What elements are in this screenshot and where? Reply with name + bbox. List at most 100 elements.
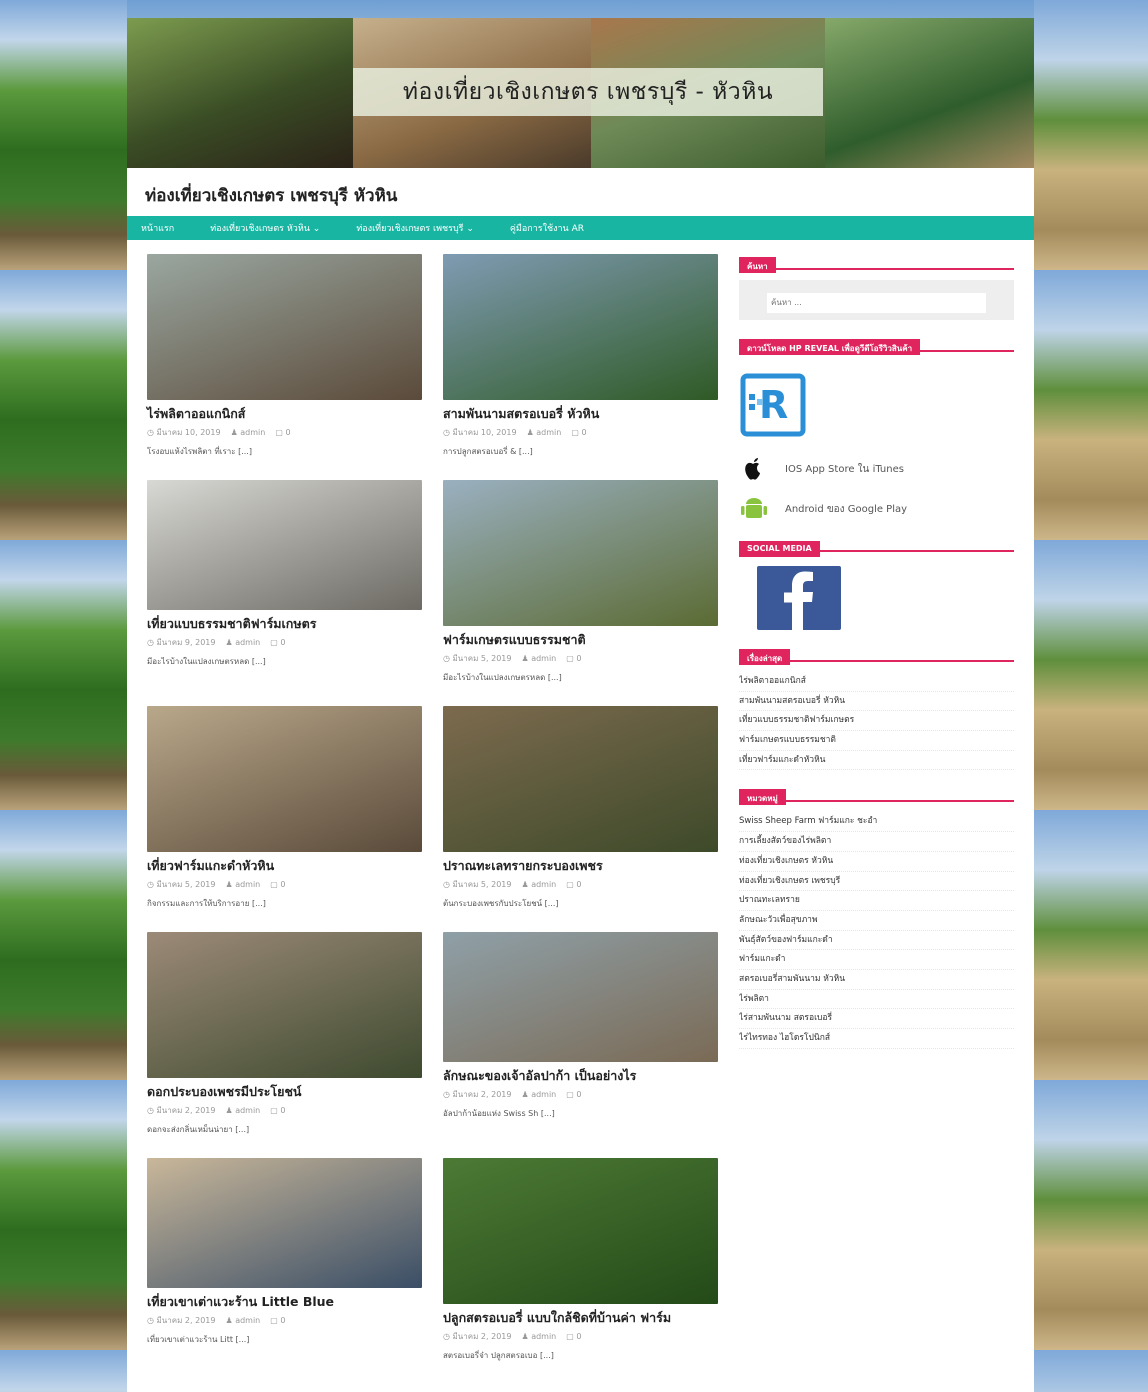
post-date-text: มีนาคม 2, 2019: [452, 1332, 512, 1341]
post-comments[interactable]: ▢ 0: [566, 654, 581, 663]
nav-huahin-menu[interactable]: ท่องเที่ยวเชิงเกษตร หัวหิน ⌄: [210, 221, 320, 235]
page-container: ท่องเที่ยวเชิงเกษตร เพชรบุรี - หัวหิน ท่…: [127, 18, 1034, 1392]
category-link[interactable]: ไร่สามพันนาม สตรอเบอรี่: [739, 1009, 1014, 1029]
post-excerpt: ดอกจะส่งกลิ่นเหม็นน่ายา [...]: [147, 1125, 250, 1134]
post-card: ปราณทะเลทรายกระบองเพชร ◷ มีนาคม 5, 2019 ♟ …: [443, 706, 718, 932]
post-title-link[interactable]: เที่ยวฟาร์มแกะดำหัวหิน: [147, 858, 422, 874]
android-icon: [741, 498, 767, 518]
facebook-icon[interactable]: [757, 566, 841, 631]
post-date[interactable]: ◷ มีนาคม 10, 2019: [443, 426, 517, 439]
post-author[interactable]: ♟ admin: [521, 880, 556, 889]
post-title-link[interactable]: เที่ยวเขาเต่าแวะร้าน Little Blue: [147, 1294, 422, 1310]
post-date[interactable]: ◷ มีนาคม 2, 2019: [443, 1088, 511, 1101]
post-thumbnail[interactable]: [147, 480, 422, 610]
widget-header-download: ดาวน์โหลด HP REVEAL เพื่อดูวีดีโอรีวิวสิ…: [739, 336, 1014, 355]
banner-photo-goat: [127, 18, 353, 168]
post-thumbnail[interactable]: [443, 706, 718, 852]
post-author[interactable]: ♟ admin: [225, 1316, 260, 1325]
widget-header-categories: หมวดหมู่: [739, 786, 1014, 806]
post-author[interactable]: ♟ admin: [521, 1090, 556, 1099]
post-thumbnail[interactable]: [147, 932, 422, 1078]
user-icon: ♟: [521, 654, 532, 663]
category-link[interactable]: การเลี้ยงสัตว์ของไร่พลิตา: [739, 832, 1014, 852]
recent-post-link[interactable]: ไร่พลิตาออแกนิกส์: [739, 672, 1014, 692]
category-link[interactable]: ไร่พลิตา: [739, 990, 1014, 1010]
post-comments-count: 0: [280, 1316, 286, 1325]
recent-post-link[interactable]: ฟาร์มเกษตรแบบธรรมชาติ: [739, 731, 1014, 751]
nav-ar-guide[interactable]: คู่มือการใช้งาน AR: [510, 221, 584, 235]
post-comments[interactable]: ▢ 0: [566, 1332, 581, 1341]
post-comments[interactable]: ▢ 0: [270, 1316, 285, 1325]
post-thumbnail[interactable]: [443, 932, 718, 1062]
post-author[interactable]: ♟ admin: [225, 880, 260, 889]
recent-post-link[interactable]: เที่ยวแบบธรรมชาติฟาร์มเกษตร: [739, 711, 1014, 732]
post-title-link[interactable]: สามพันนามสตรอเบอรี่ หัวหิน: [443, 406, 718, 422]
site-title[interactable]: ท่องเที่ยวเชิงเกษตร เพชรบุรี หัวหิน: [127, 168, 1034, 216]
post-date[interactable]: ◷ มีนาคม 2, 2019: [443, 1330, 511, 1343]
post-date[interactable]: ◷ มีนาคม 2, 2019: [147, 1314, 215, 1327]
category-link[interactable]: ท่องเที่ยวเชิงเกษตร หัวหิน: [739, 852, 1014, 872]
category-link[interactable]: สตรอเบอรี่สามพันนาม หัวหิน: [739, 970, 1014, 990]
post-comments[interactable]: ▢ 0: [571, 428, 586, 437]
post-card: เที่ยวเขาเต่าแวะร้าน Little Blue ◷ มีนาคม…: [147, 1158, 422, 1384]
post-comments[interactable]: ▢ 0: [566, 1090, 581, 1099]
nav-home[interactable]: หน้าแรก: [141, 221, 174, 235]
android-store-link[interactable]: Android ของ Google Play: [739, 496, 1014, 522]
search-input[interactable]: [767, 292, 986, 313]
post-comments-count: 0: [576, 880, 582, 889]
clock-icon: ◷: [443, 1332, 453, 1341]
post-thumbnail[interactable]: [147, 1158, 422, 1288]
post-author[interactable]: ♟ admin: [521, 1332, 556, 1341]
post-title-link[interactable]: ลักษณะของเจ้าอัลปาก้า เป็นอย่างไร: [443, 1068, 718, 1084]
post-author[interactable]: ♟ admin: [225, 638, 260, 647]
post-card: ไร่พลิตาออแกนิกส์ ◷ มีนาคม 10, 2019 ♟ admi…: [147, 254, 422, 480]
hp-reveal-logo[interactable]: R: [739, 372, 819, 438]
post-comments[interactable]: ▢ 0: [270, 880, 285, 889]
post-date[interactable]: ◷ มีนาคม 10, 2019: [147, 426, 221, 439]
post-thumbnail[interactable]: [443, 480, 718, 626]
category-link[interactable]: ไร่ไทรทอง ไฮโดรโปนิกส์: [739, 1029, 1014, 1049]
post-title-link[interactable]: เที่ยวแบบธรรมชาติฟาร์มเกษตร: [147, 616, 422, 632]
post-title-link[interactable]: ดอกประบองเพชรมีประโยชน์: [147, 1084, 422, 1100]
post-thumbnail[interactable]: [147, 254, 422, 400]
widget-header-search: ค้นหา: [739, 254, 1014, 273]
post-comments[interactable]: ▢ 0: [275, 428, 290, 437]
category-link[interactable]: ปราณทะเลทราย: [739, 891, 1014, 911]
category-link[interactable]: ฟาร์มแกะดำ: [739, 950, 1014, 970]
post-date[interactable]: ◷ มีนาคม 5, 2019: [443, 652, 511, 665]
post-author[interactable]: ♟ admin: [527, 428, 562, 437]
post-comments-count: 0: [285, 428, 291, 437]
post-author[interactable]: ♟ admin: [231, 428, 266, 437]
post-excerpt: มีอะไรบ้างในแปลงเกษตรหลด [...]: [147, 657, 266, 666]
post-author[interactable]: ♟ admin: [521, 654, 556, 663]
post-author[interactable]: ♟ admin: [225, 1106, 260, 1115]
post-thumbnail[interactable]: [147, 706, 422, 852]
post-date-text: มีนาคม 5, 2019: [452, 654, 512, 663]
post-comments[interactable]: ▢ 0: [270, 1106, 285, 1115]
post-date[interactable]: ◷ มีนาคม 9, 2019: [147, 636, 215, 649]
post-date[interactable]: ◷ มีนาคม 2, 2019: [147, 1104, 215, 1117]
post-comments-count: 0: [581, 428, 587, 437]
post-thumbnail[interactable]: [443, 254, 718, 400]
user-icon: ♟: [521, 1332, 532, 1341]
header-banner[interactable]: ท่องเที่ยวเชิงเกษตร เพชรบุรี - หัวหิน: [127, 18, 1034, 168]
post-title-link[interactable]: ปลูกสตรอเบอรี่ แบบใกล้ชิดที่บ้านค่า ฟาร์…: [443, 1310, 718, 1326]
category-link[interactable]: พันธุ์สัตว์ของฟาร์มแกะดำ: [739, 931, 1014, 951]
recent-post-link[interactable]: สามพันนามสตรอเบอรี่ หัวหิน: [739, 692, 1014, 712]
post-thumbnail[interactable]: [443, 1158, 718, 1304]
sidebar: ค้นหา ดาวน์โหลด HP REVEAL เพื่อดูวีดีโอร…: [739, 254, 1014, 1384]
post-comments[interactable]: ▢ 0: [566, 880, 581, 889]
post-author-text: admin: [235, 638, 261, 647]
category-link[interactable]: ลักษณะวัวเพื่อสุขภาพ: [739, 911, 1014, 931]
post-title-link[interactable]: ไร่พลิตาออแกนิกส์: [147, 406, 422, 422]
post-date[interactable]: ◷ มีนาคม 5, 2019: [147, 878, 215, 891]
nav-phetchaburi-menu[interactable]: ท่องเที่ยวเชิงเกษตร เพชรบุรี ⌄: [356, 221, 474, 235]
category-link[interactable]: ท่องเที่ยวเชิงเกษตร เพชรบุรี: [739, 872, 1014, 892]
ios-store-link[interactable]: IOS App Store ใน iTunes: [739, 456, 1014, 482]
post-title-link[interactable]: ปราณทะเลทรายกระบองเพชร: [443, 858, 718, 874]
post-title-link[interactable]: ฟาร์มเกษตรแบบธรรมชาติ: [443, 632, 718, 648]
category-link[interactable]: Swiss Sheep Farm ฟาร์มแกะ ชะอำ: [739, 812, 1014, 833]
recent-post-link[interactable]: เที่ยวฟาร์มแกะดำหัวหิน: [739, 751, 1014, 771]
post-comments[interactable]: ▢ 0: [270, 638, 285, 647]
post-date[interactable]: ◷ มีนาคม 5, 2019: [443, 878, 511, 891]
